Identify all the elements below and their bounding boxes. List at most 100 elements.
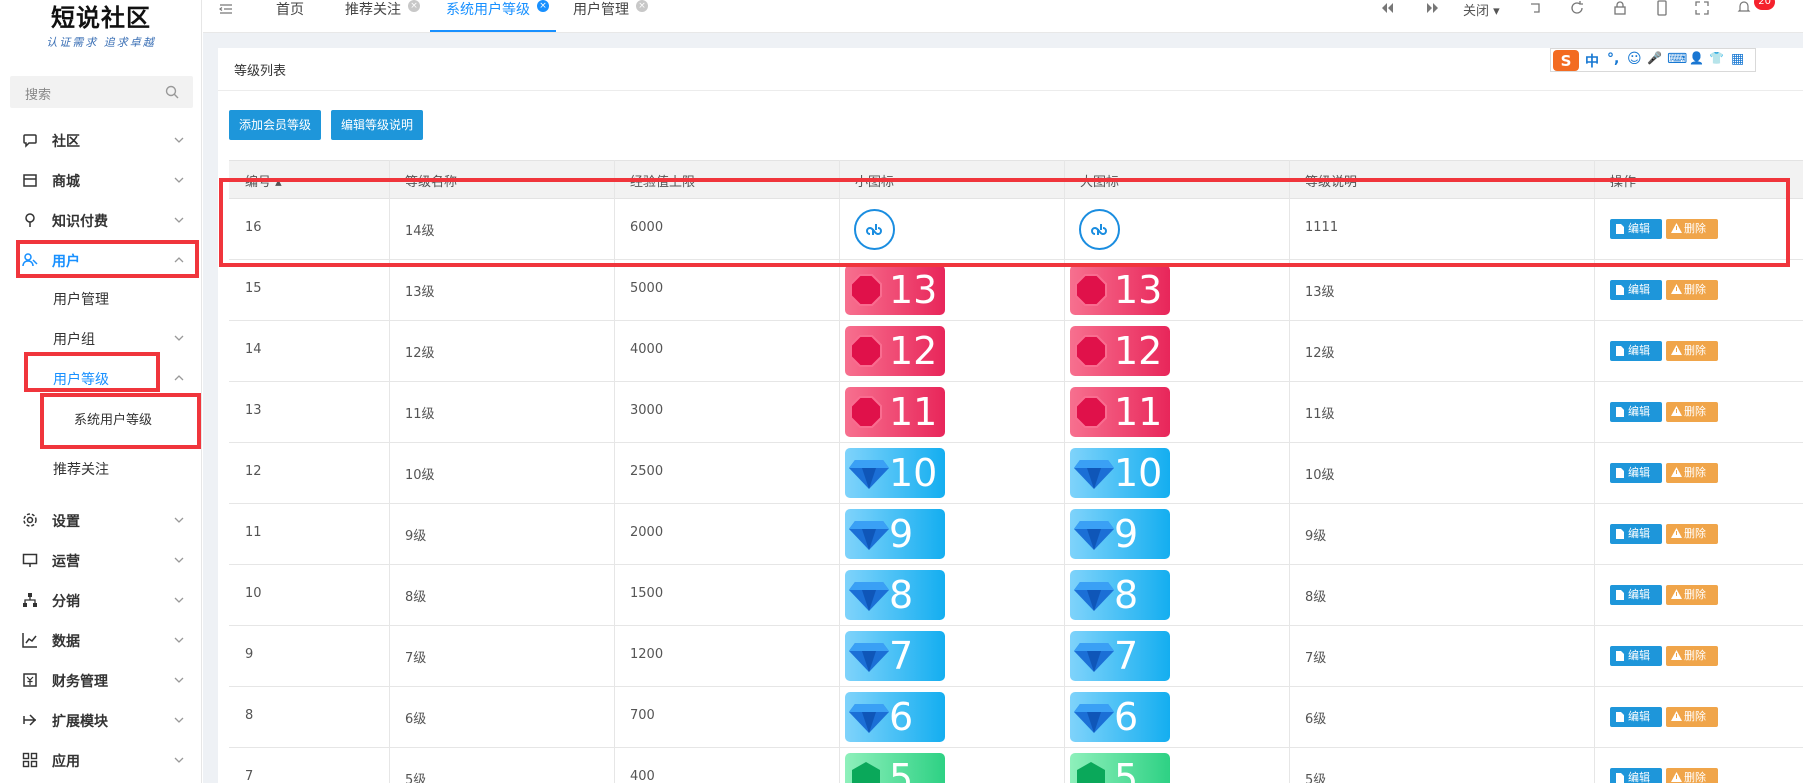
edit-button[interactable]: 编辑 xyxy=(1610,768,1662,783)
edit-button[interactable]: 编辑 xyxy=(1610,524,1662,544)
edit-button[interactable]: 编辑 xyxy=(1610,585,1662,605)
cell-name: 5级 xyxy=(405,773,427,783)
chevron-down-icon xyxy=(174,137,184,143)
delete-button[interactable]: 删除 xyxy=(1666,341,1718,361)
mobile-icon[interactable] xyxy=(1654,0,1670,16)
sidebar-item-extensions[interactable]: 扩展模块 xyxy=(0,702,201,738)
sidebar-item-apps[interactable]: 应用 xyxy=(0,742,201,778)
delete-button[interactable]: 删除 xyxy=(1666,463,1718,483)
close-menu-button[interactable]: 关闭 ▾ xyxy=(1463,0,1500,19)
shop-icon xyxy=(23,174,37,187)
large-level-badge: 12 xyxy=(1070,326,1170,376)
close-icon[interactable]: × xyxy=(636,0,648,12)
delete-button[interactable]: 删除 xyxy=(1666,402,1718,422)
delete-button[interactable]: 删除 xyxy=(1666,707,1718,727)
fullscreen-icon[interactable] xyxy=(1694,0,1710,16)
edit-button[interactable]: 编辑 xyxy=(1610,402,1662,422)
cell-name: 11级 xyxy=(405,407,435,422)
user-icon: 👤 xyxy=(1689,51,1704,65)
search-icon[interactable] xyxy=(165,85,179,99)
chevron-down-icon xyxy=(174,517,184,523)
large-level-badge: 11 xyxy=(1070,387,1170,437)
cell-id: 9 xyxy=(245,647,254,662)
sidebar-item-shop[interactable]: 商城 xyxy=(0,162,201,198)
chevron-down-icon xyxy=(174,177,184,183)
next-tab-icon[interactable] xyxy=(1425,0,1441,16)
notification-button[interactable]: 20 xyxy=(1737,0,1775,20)
edit-button[interactable]: 编辑 xyxy=(1610,707,1662,727)
edit-button[interactable]: 编辑 xyxy=(1610,280,1662,300)
cell-id: 13 xyxy=(245,403,262,418)
delete-button[interactable]: 删除 xyxy=(1666,768,1718,783)
header-name: 等级名称 xyxy=(405,175,458,190)
header-large-icon: 大图标 xyxy=(1080,175,1120,190)
level-number: 6 xyxy=(889,695,914,739)
sidebar-item-operations[interactable]: 运营 xyxy=(0,542,201,578)
tab-user-management[interactable]: 用户管理 × xyxy=(573,0,653,32)
sidebar-item-label: 商城 xyxy=(52,174,80,190)
cell-id: 16 xyxy=(245,220,262,235)
ime-toolbar[interactable]: S 中 °, ☺ 🎤 ⌨ 👤 👕 ▦ xyxy=(1550,48,1756,72)
sidebar-item-label: 分销 xyxy=(52,594,80,610)
warning-icon xyxy=(1671,284,1682,294)
sidebar-item-knowledge[interactable]: 知识付费 xyxy=(0,202,201,238)
sidebar: 短说社区 认证需求 追求卓越 搜索 社区 商城 知识付费 用户 用户管理 用户组… xyxy=(0,0,202,783)
cell-name: 8级 xyxy=(405,590,427,605)
small-level-badge: 9 xyxy=(845,509,945,559)
search-input[interactable]: 搜索 xyxy=(10,76,193,108)
refresh-icon[interactable] xyxy=(1569,0,1585,16)
edit-level-description-button[interactable]: 编辑等级说明 xyxy=(331,110,423,140)
edit-button[interactable]: 编辑 xyxy=(1610,219,1662,239)
document-icon xyxy=(1616,590,1624,600)
add-level-button[interactable]: 添加会员等级 xyxy=(229,110,321,140)
delete-button[interactable]: 删除 xyxy=(1666,524,1718,544)
extend-icon xyxy=(23,714,37,726)
sidebar-subitem-system-user-level[interactable]: 系统用户等级 xyxy=(0,400,201,436)
sidebar-item-settings[interactable]: 设置 xyxy=(0,502,201,538)
cell-id: 15 xyxy=(245,281,262,296)
header-id[interactable]: 编号 ▴ xyxy=(245,171,282,190)
app-root: 短说社区 认证需求 追求卓越 搜索 社区 商城 知识付费 用户 用户管理 用户组… xyxy=(0,0,1803,783)
notification-badge: 20 xyxy=(1754,0,1775,10)
tab-home[interactable]: 首页 xyxy=(276,0,316,32)
tab-recommend-follow[interactable]: 推荐关注 × xyxy=(345,0,425,32)
delete-button[interactable]: 删除 xyxy=(1666,646,1718,666)
cell-exp: 700 xyxy=(630,708,655,723)
edit-button[interactable]: 编辑 xyxy=(1610,646,1662,666)
header-small-icon: 小图标 xyxy=(855,175,895,190)
warning-icon xyxy=(1671,772,1682,782)
tab-system-user-level[interactable]: 系统用户等级 × xyxy=(446,0,556,32)
sidebar-subitem-user-management[interactable]: 用户管理 xyxy=(0,280,201,316)
delete-button[interactable]: 删除 xyxy=(1666,219,1718,239)
edit-button[interactable]: 编辑 xyxy=(1610,341,1662,361)
column-divider xyxy=(389,160,390,783)
sidebar-subitem-user-level[interactable]: 用户等级 xyxy=(0,360,201,396)
sidebar-item-distribution[interactable]: 分销 xyxy=(0,582,201,618)
delete-button[interactable]: 删除 xyxy=(1666,585,1718,605)
close-icon[interactable]: × xyxy=(408,0,420,12)
sidebar-item-users[interactable]: 用户 xyxy=(0,242,201,278)
warning-icon xyxy=(1671,223,1682,233)
gear-icon xyxy=(23,513,37,527)
document-icon xyxy=(1616,285,1624,295)
cell-exp: 1500 xyxy=(630,586,664,601)
close-icon[interactable]: × xyxy=(537,0,549,12)
monitor-icon xyxy=(22,553,38,567)
cell-exp: 6000 xyxy=(630,220,664,235)
edit-button[interactable]: 编辑 xyxy=(1610,463,1662,483)
lock-icon[interactable] xyxy=(1612,0,1628,16)
sidebar-subitem-user-group[interactable]: 用户组 xyxy=(0,320,201,356)
sidebar-item-label: 运营 xyxy=(52,554,80,570)
column-divider xyxy=(614,160,615,783)
delete-button[interactable]: 删除 xyxy=(1666,280,1718,300)
header-exp: 经验值上限 xyxy=(630,175,696,190)
sidebar-item-finance[interactable]: 财务管理 xyxy=(0,662,201,698)
sidebar-subitem-recommend-follow[interactable]: 推荐关注 xyxy=(0,450,201,486)
prev-tab-icon[interactable] xyxy=(1379,0,1395,16)
sidebar-item-data[interactable]: 数据 xyxy=(0,622,201,658)
menu-fold-icon[interactable] xyxy=(219,2,233,16)
sidebar-item-community[interactable]: 社区 xyxy=(0,122,201,158)
logo[interactable]: 短说社区 认证需求 追求卓越 xyxy=(0,0,201,58)
warning-icon xyxy=(1671,528,1682,538)
back-icon[interactable] xyxy=(1527,0,1543,16)
